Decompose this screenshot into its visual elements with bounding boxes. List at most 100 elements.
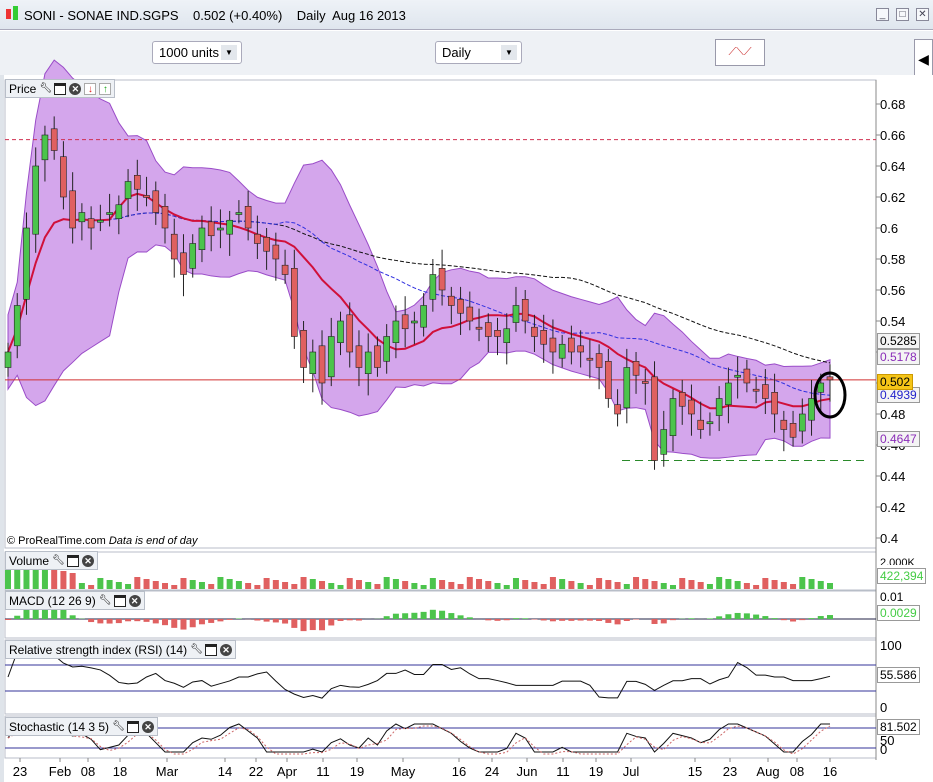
- macd-bar: [180, 619, 187, 630]
- volume-bar: [586, 585, 593, 589]
- bb-upper-tag: 0.5178: [877, 349, 920, 365]
- macd-bar: [272, 619, 279, 623]
- wrench-icon[interactable]: 🔧︎: [99, 595, 112, 607]
- y-tick-label: 0.44: [880, 469, 905, 484]
- candle-body: [235, 212, 243, 215]
- volume-bar: [540, 584, 547, 589]
- volume-bar: [402, 581, 409, 589]
- rsi-axis-bottom: 0: [880, 700, 888, 715]
- macd-bar: [69, 615, 76, 619]
- candle-body: [448, 295, 455, 306]
- y-tick-label: 0.48: [880, 407, 905, 422]
- move-up-icon[interactable]: ↑: [99, 82, 112, 95]
- x-tick-label: 16: [823, 764, 837, 779]
- candle-body: [346, 314, 354, 353]
- x-tick-label: Jul: [623, 764, 640, 779]
- volume-bar: [374, 584, 381, 589]
- volume-bar: [300, 577, 307, 589]
- macd-bar: [485, 619, 492, 621]
- credit: © ProRealTime.com Data is end of day: [7, 535, 198, 547]
- candle-body: [734, 374, 741, 378]
- candle-body: [355, 345, 363, 368]
- close-icon[interactable]: ✕: [220, 643, 233, 656]
- wrench-icon[interactable]: 🔧︎: [190, 644, 203, 656]
- candle-body: [226, 219, 233, 235]
- volume-bar: [180, 578, 187, 589]
- x-tick-label: Aug: [756, 764, 779, 779]
- close-icon[interactable]: ✕: [142, 720, 155, 733]
- window-icon[interactable]: [113, 594, 126, 607]
- rsi-value-tag: 55.586: [877, 667, 920, 683]
- volume-bar: [827, 583, 833, 589]
- volume-bar: [162, 583, 169, 589]
- volume-bar: [97, 578, 104, 589]
- volume-bar: [559, 579, 566, 589]
- macd-bar: [439, 610, 446, 619]
- macd-bar: [115, 619, 122, 624]
- wrench-icon[interactable]: 🔧︎: [39, 83, 52, 95]
- x-tick-label: 23: [723, 764, 737, 779]
- x-tick-label: 08: [790, 764, 804, 779]
- candle-body: [531, 326, 538, 337]
- candle-body: [438, 267, 446, 291]
- wrench-icon[interactable]: 🔧︎: [112, 721, 125, 733]
- volume-bar: [623, 584, 630, 589]
- chart-canvas[interactable]: 0.40.420.440.460.480.50.520.540.560.580.…: [0, 0, 933, 782]
- y-tick-label: 0.62: [880, 190, 905, 205]
- volume-panel-header: Volume 🔧︎ ✕: [5, 551, 99, 570]
- candle-body: [651, 376, 658, 461]
- x-tick-label: 18: [113, 764, 127, 779]
- macd-bar: [309, 619, 316, 631]
- candle-body: [457, 298, 464, 314]
- candle-body: [715, 398, 723, 416]
- macd-bar: [162, 619, 169, 626]
- candle-body: [383, 336, 390, 362]
- window-icon[interactable]: [67, 554, 80, 567]
- macd-bar: [799, 619, 806, 621]
- macd-bar: [660, 619, 667, 624]
- macd-bar: [125, 619, 132, 622]
- window-icon[interactable]: [127, 720, 140, 733]
- x-tick-label: 23: [13, 764, 27, 779]
- macd-bar: [97, 619, 104, 624]
- macd-bar: [346, 619, 353, 621]
- y-tick-label: 0.68: [880, 97, 905, 112]
- macd-bar: [198, 619, 205, 625]
- close-icon[interactable]: ✕: [82, 554, 95, 567]
- volume-bar: [457, 584, 464, 589]
- volume-bar: [697, 582, 704, 589]
- volume-bar: [337, 585, 344, 589]
- candle-body: [688, 399, 695, 415]
- volume-bar: [799, 577, 806, 589]
- volume-bar: [734, 581, 741, 589]
- volume-bar: [439, 580, 446, 589]
- macd-bar: [568, 619, 575, 621]
- candle-body: [281, 264, 289, 275]
- volume-bar: [78, 583, 85, 589]
- close-icon[interactable]: ✕: [128, 594, 141, 607]
- volume-axis-label: 2,000K: [880, 557, 915, 565]
- candle-body: [401, 314, 409, 330]
- candle-body: [484, 322, 492, 337]
- volume-bar: [115, 582, 122, 589]
- volume-bar: [134, 577, 141, 589]
- volume-bar: [614, 582, 621, 589]
- credit-note: Data is end of day: [108, 535, 198, 547]
- x-tick-label: 24: [485, 764, 499, 779]
- candle-body: [134, 175, 141, 190]
- candle-body: [152, 190, 160, 213]
- candle-body: [725, 382, 732, 406]
- volume-bar: [753, 585, 760, 589]
- window-icon[interactable]: [205, 643, 218, 656]
- macd-bar: [402, 613, 409, 619]
- candle-body: [4, 351, 12, 368]
- move-down-icon[interactable]: ↓: [84, 82, 97, 95]
- macd-bar: [734, 612, 741, 619]
- wrench-icon[interactable]: 🔧︎: [52, 555, 65, 567]
- candle-body: [217, 227, 224, 231]
- window-icon[interactable]: [54, 82, 67, 95]
- close-icon[interactable]: ✕: [69, 82, 82, 95]
- rsi-label: Relative strength index (RSI) (14): [9, 642, 188, 657]
- macd-bar: [14, 615, 21, 619]
- candle-body: [23, 227, 30, 300]
